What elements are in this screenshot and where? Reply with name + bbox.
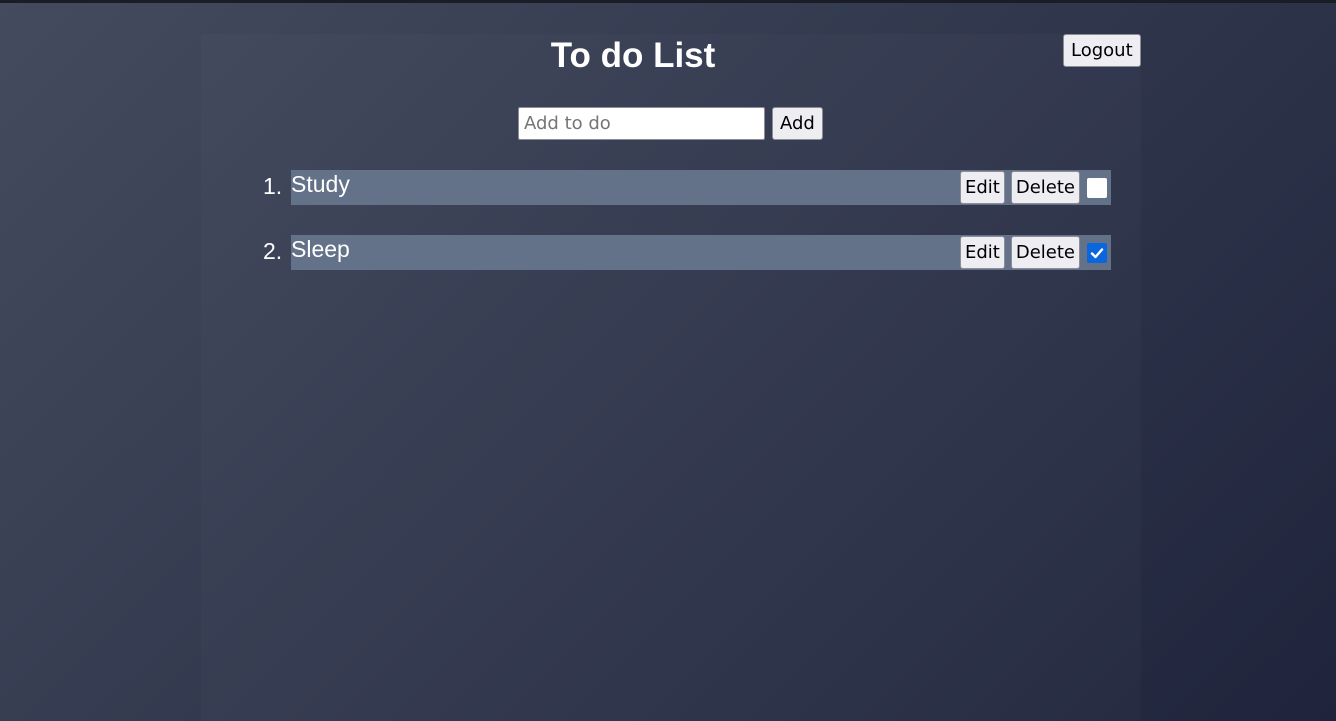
todo-number: 2.	[263, 238, 283, 264]
delete-button[interactable]: Delete	[1010, 171, 1080, 204]
todo-actions: Edit Delete	[959, 170, 1111, 205]
checkmark-icon	[1090, 247, 1104, 258]
delete-button[interactable]: Delete	[1010, 236, 1080, 269]
window-top-border	[0, 0, 1336, 3]
todo-item: 1. Study Edit Delete	[263, 170, 1111, 205]
edit-button[interactable]: Edit	[959, 171, 1005, 204]
add-button[interactable]: Add	[772, 107, 823, 140]
todo-item: 2. Sleep Edit Delete	[263, 235, 1111, 270]
done-checkbox[interactable]	[1087, 177, 1107, 198]
add-todo-form: Add	[518, 107, 823, 140]
logout-button[interactable]: Logout	[1063, 34, 1141, 67]
todo-app-container: To do List Logout Add 1. Study Edit Dele…	[201, 34, 1141, 721]
todo-text: Study	[291, 171, 350, 197]
todo-list: 1. Study Edit Delete 2. Sleep Edit Delet…	[263, 170, 1111, 300]
add-todo-input[interactable]	[518, 107, 765, 140]
page-title: To do List	[550, 36, 716, 75]
done-checkbox[interactable]	[1087, 242, 1107, 263]
todo-text: Sleep	[291, 236, 350, 262]
todo-number: 1.	[263, 173, 283, 199]
edit-button[interactable]: Edit	[959, 236, 1005, 269]
todo-actions: Edit Delete	[959, 235, 1111, 270]
